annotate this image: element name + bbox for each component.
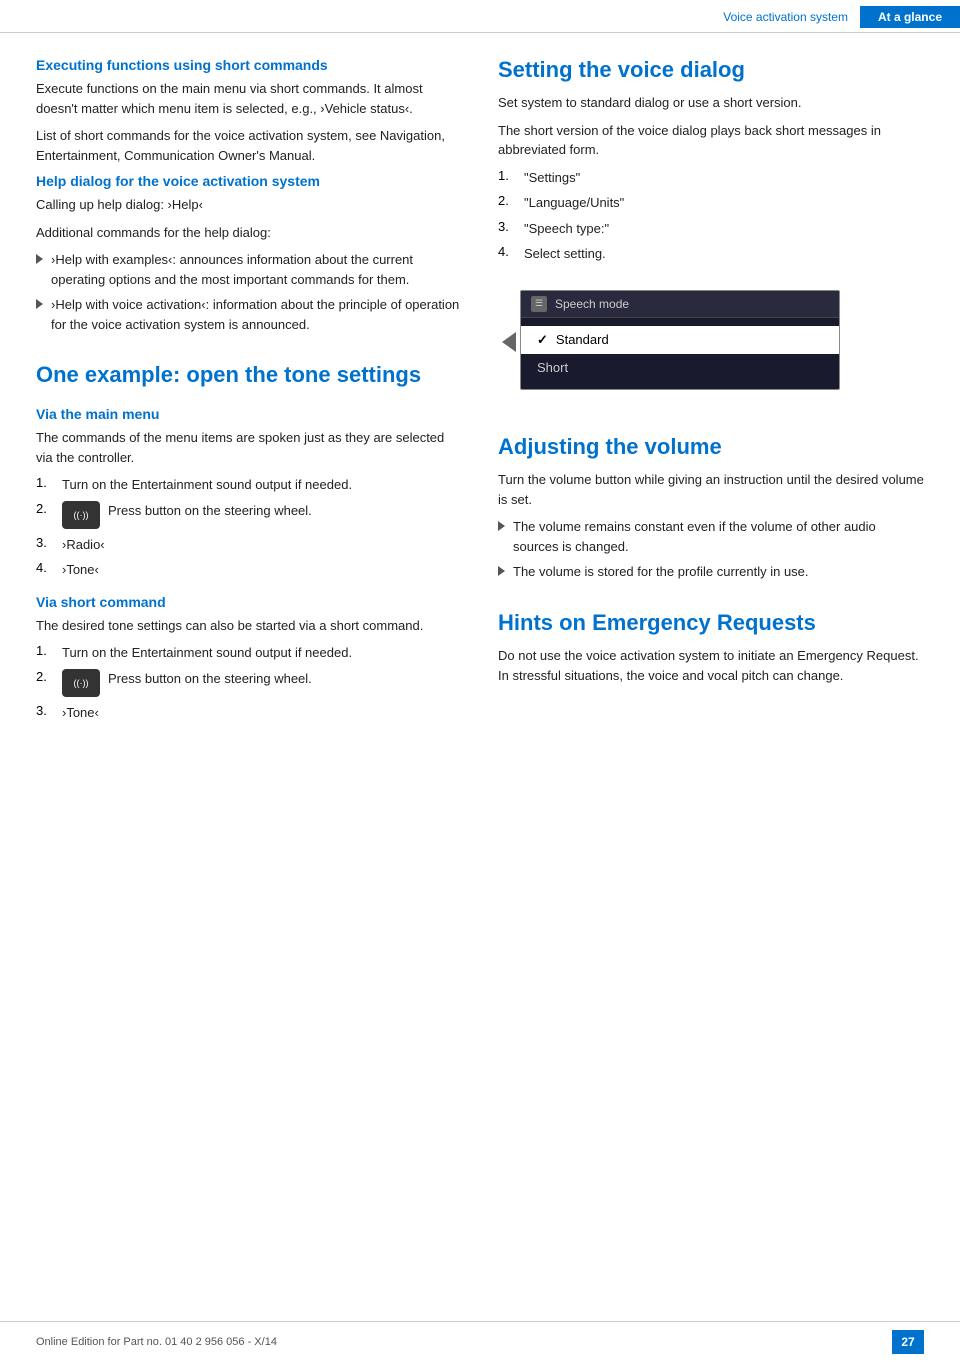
header-current-label: At a glance: [860, 6, 960, 28]
speech-option-short[interactable]: Short: [521, 354, 839, 381]
voice-dialog-steps: 1. "Settings" 2. "Language/Units" 3. "Sp…: [498, 168, 924, 264]
main-content: Executing functions using short commands…: [0, 33, 960, 728]
step-2-short: 2. Press button on the steering wheel.: [36, 669, 462, 697]
section-adjusting-volume: Adjusting the volume Turn the volume but…: [498, 434, 924, 582]
help-dialog-bullet1: ›Help with examples‹: announces informat…: [36, 250, 462, 289]
step-3-main: 3. ›Radio‹: [36, 535, 462, 555]
voice-dialog-p1: Set system to standard dialog or use a s…: [498, 93, 924, 113]
volume-bullet1: The volume remains constant even if the …: [498, 517, 924, 556]
executing-functions-p1: Execute functions on the main menu via s…: [36, 79, 462, 118]
via-main-menu-heading: Via the main menu: [36, 406, 462, 422]
vd-step-1: 1. "Settings": [498, 168, 924, 188]
footer: Online Edition for Part no. 01 40 2 956 …: [0, 1321, 960, 1362]
footer-right: 27: [892, 1330, 924, 1354]
via-short-command-heading: Via short command: [36, 594, 462, 610]
bullet-triangle-icon: [498, 521, 505, 531]
one-example-heading: One example: open the tone settings: [36, 362, 462, 388]
page-number: 27: [892, 1330, 924, 1354]
section-one-example: One example: open the tone settings Via …: [36, 362, 462, 722]
vd-step-3: 3. "Speech type:": [498, 219, 924, 239]
executing-functions-heading: Executing functions using short commands: [36, 57, 462, 73]
section-emergency-requests: Hints on Emergency Requests Do not use t…: [498, 610, 924, 685]
vd-step-2: 2. "Language/Units": [498, 193, 924, 213]
section-voice-dialog: Setting the voice dialog Set system to s…: [498, 57, 924, 406]
executing-functions-p2: List of short commands for the voice act…: [36, 126, 462, 165]
bullet-triangle-icon: [36, 254, 43, 264]
header-nav: Voice activation system At a glance: [723, 6, 960, 28]
section-executing-functions: Executing functions using short commands…: [36, 57, 462, 165]
speech-mode-title-bar: ☰ Speech mode: [521, 291, 839, 318]
adjusting-volume-heading: Adjusting the volume: [498, 434, 924, 460]
help-dialog-p1: Calling up help dialog: ›Help‹: [36, 195, 462, 215]
step-4-main: 4. ›Tone‹: [36, 560, 462, 580]
adjusting-volume-bullets: The volume remains constant even if the …: [498, 517, 924, 582]
speech-mode-container: ☰ Speech mode Standard Short: [498, 278, 924, 406]
bullet-triangle-icon: [36, 299, 43, 309]
via-short-command-p1: The desired tone settings can also be st…: [36, 616, 462, 636]
help-dialog-bullets: ›Help with examples‹: announces informat…: [36, 250, 462, 334]
right-column: Setting the voice dialog Set system to s…: [498, 57, 924, 728]
via-main-menu-p1: The commands of the menu items are spoke…: [36, 428, 462, 467]
left-column: Executing functions using short commands…: [36, 57, 462, 728]
section-help-dialog: Help dialog for the voice activation sys…: [36, 173, 462, 334]
emergency-requests-p1: Do not use the voice activation system t…: [498, 646, 924, 685]
help-dialog-p2: Additional commands for the help dialog:: [36, 223, 462, 243]
step-1-main: 1. Turn on the Entertainment sound outpu…: [36, 475, 462, 495]
help-dialog-heading: Help dialog for the voice activation sys…: [36, 173, 462, 189]
steps-via-main-menu: 1. Turn on the Entertainment sound outpu…: [36, 475, 462, 580]
volume-bullet2: The volume is stored for the profile cur…: [498, 562, 924, 582]
help-dialog-bullet2: ›Help with voice activation‹: informatio…: [36, 295, 462, 334]
voice-dialog-p2: The short version of the voice dialog pl…: [498, 121, 924, 160]
emergency-requests-heading: Hints on Emergency Requests: [498, 610, 924, 636]
voice-dialog-heading: Setting the voice dialog: [498, 57, 924, 83]
speech-mode-icon: ☰: [531, 296, 547, 312]
speech-mode-image: ☰ Speech mode Standard Short: [520, 290, 840, 390]
speech-mode-title: Speech mode: [555, 297, 629, 311]
vd-step-4: 4. Select setting.: [498, 244, 924, 264]
steering-button-icon: [62, 501, 100, 529]
speech-mode-body: Standard Short: [521, 318, 839, 389]
bullet-triangle-icon: [498, 566, 505, 576]
header-bar: Voice activation system At a glance: [0, 0, 960, 33]
step-3-short: 3. ›Tone‹: [36, 703, 462, 723]
steering-button-icon-2: [62, 669, 100, 697]
adjusting-volume-p1: Turn the volume button while giving an i…: [498, 470, 924, 509]
speech-mode-left-arrow: [502, 332, 516, 352]
footer-text: Online Edition for Part no. 01 40 2 956 …: [36, 1336, 277, 1348]
steps-via-short-command: 1. Turn on the Entertainment sound outpu…: [36, 643, 462, 722]
speech-option-standard[interactable]: Standard: [521, 326, 839, 354]
header-section-label: Voice activation system: [723, 10, 860, 24]
step-2-main: 2. Press button on the steering wheel.: [36, 501, 462, 529]
step-1-short: 1. Turn on the Entertainment sound outpu…: [36, 643, 462, 663]
